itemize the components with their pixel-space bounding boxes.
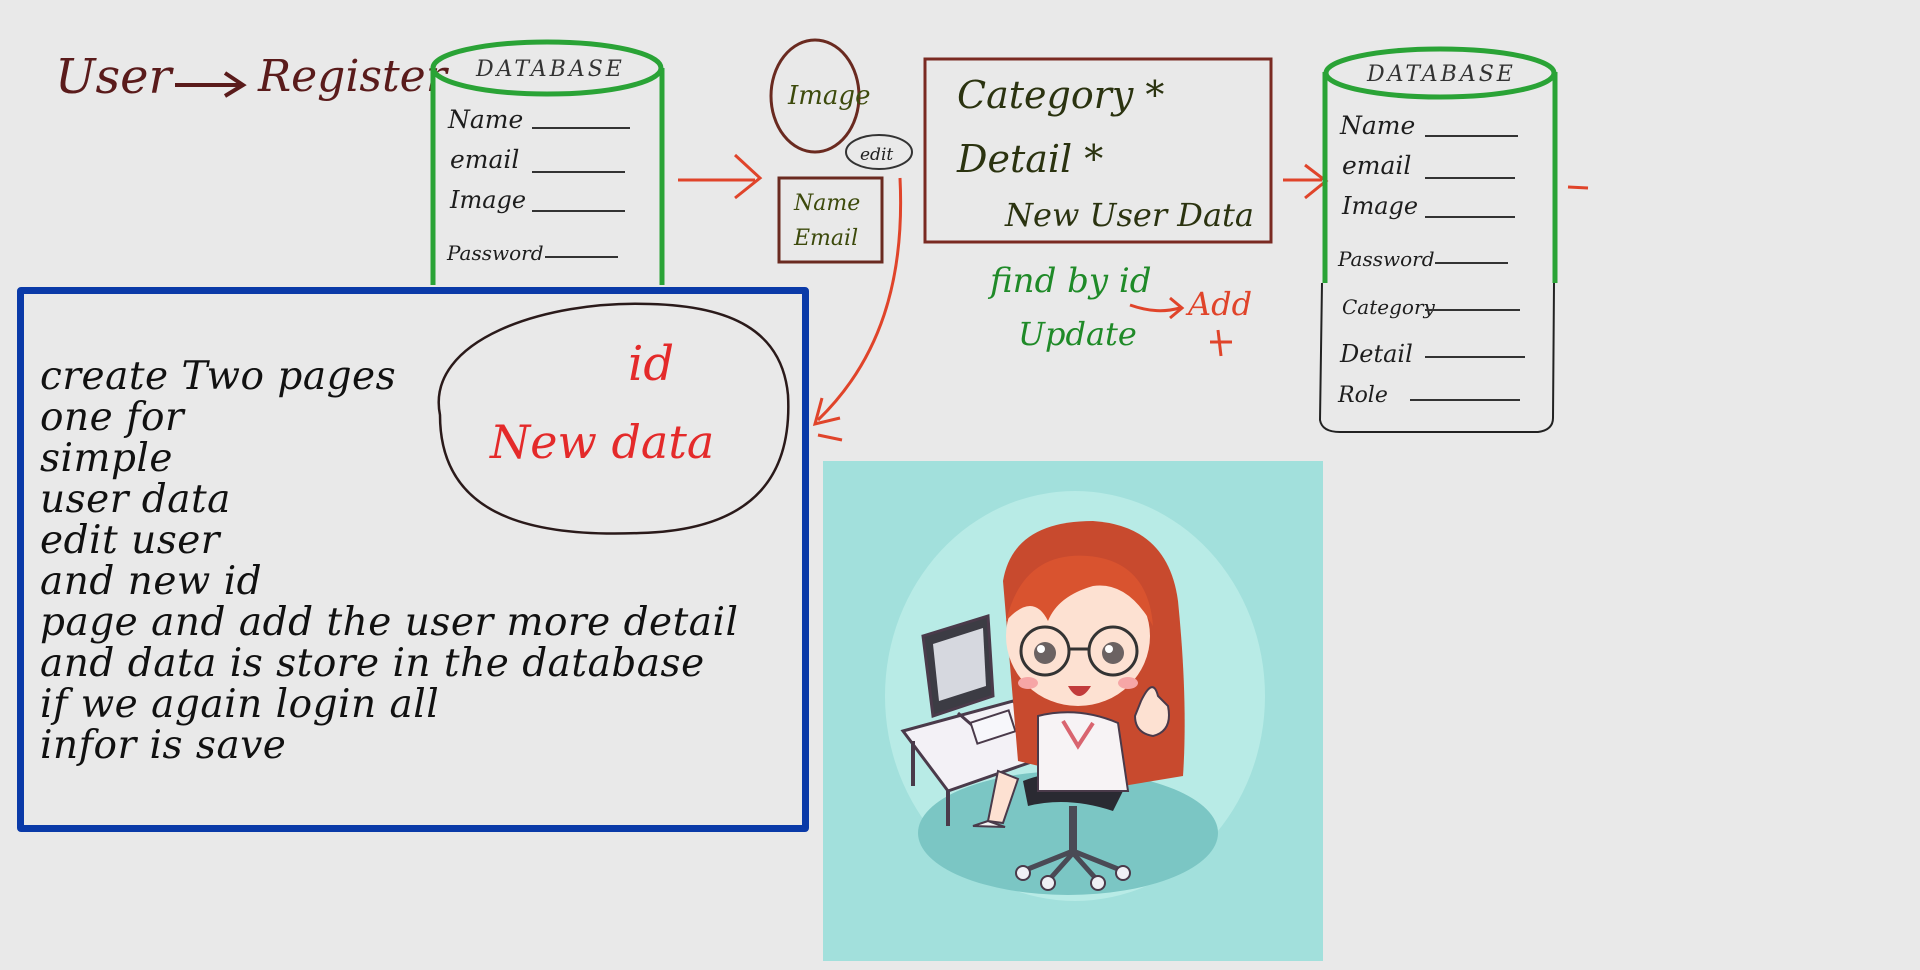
- note-line: one for: [40, 395, 185, 440]
- below-box-notes: find by id Update Add: [987, 261, 1252, 357]
- db-right-field-password: Password: [1337, 247, 1435, 271]
- girl-at-desk-illustration: [885, 491, 1265, 901]
- update-label: Update: [1018, 315, 1137, 353]
- db-left-field-email: email: [450, 145, 519, 174]
- arrow-right-icon: [678, 153, 763, 200]
- db-right-field-image: Image: [1341, 192, 1418, 220]
- note-line: simple: [40, 436, 173, 481]
- note-line: and new id: [40, 559, 263, 604]
- db-right-field-name: Name: [1339, 111, 1415, 140]
- arrow-right-icon: [1129, 296, 1185, 320]
- note-line: edit user: [40, 518, 220, 563]
- image-bubble: Image: [769, 38, 870, 154]
- add-label: Add: [1185, 285, 1252, 323]
- illustration-image: [823, 461, 1323, 961]
- notes-list: create Two pages one for simple user dat…: [40, 356, 760, 766]
- image-bubble-label: Image: [787, 81, 870, 111]
- category-box-line2: Detail *: [956, 137, 1103, 181]
- database-left: DATABASE Name email Image Password: [430, 39, 665, 285]
- note-line: infor is save: [40, 723, 287, 768]
- db-right-field-role: Role: [1337, 383, 1388, 408]
- name-email-box-line2: Email: [793, 226, 858, 251]
- note-line: create Two pages: [40, 354, 397, 399]
- database-left-title: DATABASE: [475, 57, 625, 82]
- database-right: DATABASE Name email Image Password Categ…: [1318, 46, 1558, 433]
- database-left-fields: Name email Image Password: [446, 105, 630, 265]
- edit-tag: edit: [845, 134, 913, 170]
- category-box-line3: New User Data: [1004, 196, 1254, 234]
- db-right-field-detail: Detail: [1339, 340, 1413, 368]
- db-left-field-image: Image: [449, 186, 526, 214]
- plus-icon: [1210, 329, 1232, 357]
- db-right-field-email: email: [1342, 151, 1411, 180]
- note-line: user data: [40, 477, 231, 522]
- edit-tag-label: edit: [860, 145, 893, 165]
- find-by-id-label: find by id: [987, 261, 1152, 301]
- arrow-right-icon: [1283, 163, 1589, 200]
- database-right-fields: Name email Image Password Category Detai…: [1337, 111, 1525, 408]
- user-register-flow: User Register: [55, 49, 450, 105]
- db-right-field-category: Category: [1342, 295, 1436, 319]
- database-right-title: DATABASE: [1366, 62, 1516, 87]
- name-email-box-line1: Name: [793, 191, 860, 216]
- curved-arrow-icon: [812, 177, 903, 442]
- arrow-right-icon: [175, 71, 247, 98]
- name-email-box: Name Email: [777, 176, 884, 264]
- category-box: Category * Detail * New User Data: [923, 57, 1273, 244]
- note-line: and data is store in the database: [40, 641, 705, 686]
- register-label: Register: [257, 51, 450, 102]
- db-left-field-name: Name: [447, 105, 523, 134]
- user-label: User: [55, 49, 174, 105]
- db-left-field-password: Password: [446, 241, 544, 265]
- note-line: if we again login all: [40, 682, 440, 727]
- category-box-line1: Category *: [957, 73, 1164, 117]
- note-line: page and add the user more detail: [40, 600, 739, 645]
